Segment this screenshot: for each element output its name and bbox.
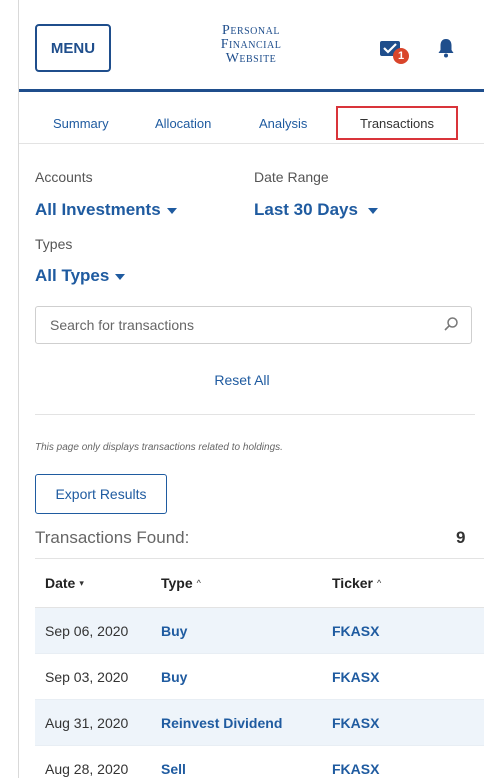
transactions-found-label: Transactions Found:	[35, 528, 190, 547]
site-title-line-3: Website	[225, 51, 277, 66]
search-icon[interactable]	[443, 316, 459, 332]
types-label: Types	[35, 236, 73, 252]
column-header-label: Type	[161, 575, 193, 591]
accounts-value: All Investments	[35, 200, 161, 219]
cell-type-link[interactable]: Buy	[161, 669, 187, 685]
column-header-ticker[interactable]: Ticker ^	[332, 575, 381, 591]
table-row[interactable]: Aug 31, 2020 Reinvest Dividend FKASX	[35, 700, 484, 746]
caret-down-icon	[166, 208, 177, 214]
types-value: All Types	[35, 266, 110, 285]
tab-allocation[interactable]: Allocation	[155, 106, 211, 140]
caret-down-icon	[367, 208, 378, 214]
reset-all-link[interactable]: Reset All	[0, 372, 484, 388]
cell-type-link[interactable]: Reinvest Dividend	[161, 715, 282, 731]
sort-up-icon: ^	[196, 578, 201, 588]
cell-date: Sep 03, 2020	[45, 669, 129, 685]
column-header-date[interactable]: Date ▾	[45, 575, 84, 591]
cell-type-link[interactable]: Sell	[161, 761, 186, 777]
menu-button[interactable]: MENU	[35, 24, 111, 72]
transactions-found-count: 9	[456, 528, 466, 547]
site-title-line-1: Personal	[222, 23, 280, 38]
holdings-note: This page only displays transactions rel…	[35, 442, 283, 453]
cell-ticker-link[interactable]: FKASX	[332, 669, 379, 685]
date-range-label: Date Range	[254, 169, 329, 185]
accounts-dropdown[interactable]: All Investments	[35, 200, 177, 220]
export-results-button[interactable]: Export Results	[35, 474, 167, 514]
app-header: MENU Personal Financial Website 1	[19, 0, 484, 92]
notification-badge: 1	[393, 48, 409, 64]
sort-down-icon: ▾	[79, 577, 84, 588]
table-row[interactable]: Sep 03, 2020 Buy FKASX	[35, 654, 484, 700]
table-row[interactable]: Sep 06, 2020 Buy FKASX	[35, 608, 484, 654]
cell-date: Aug 31, 2020	[45, 715, 129, 731]
cell-date: Aug 28, 2020	[45, 761, 129, 777]
column-header-label: Date	[45, 575, 76, 591]
page: MENU Personal Financial Website 1 Summar…	[0, 0, 484, 778]
types-dropdown[interactable]: All Types	[35, 266, 126, 286]
search-box	[35, 306, 472, 344]
site-title[interactable]: Personal Financial Website	[191, 24, 311, 66]
caret-down-icon	[115, 274, 126, 280]
search-input[interactable]	[36, 307, 416, 343]
column-header-label: Ticker	[332, 575, 373, 591]
tab-summary[interactable]: Summary	[53, 106, 109, 140]
date-range-value: Last 30 Days	[254, 200, 358, 219]
bell-icon[interactable]	[437, 38, 455, 58]
cell-type-link[interactable]: Buy	[161, 623, 187, 639]
tab-transactions[interactable]: Transactions	[336, 106, 458, 140]
cell-ticker-link[interactable]: FKASX	[332, 715, 379, 731]
table-header: Date ▾ Type ^ Ticker ^	[35, 558, 484, 608]
tab-analysis[interactable]: Analysis	[259, 106, 307, 140]
column-header-type[interactable]: Type ^	[161, 575, 201, 591]
cell-ticker-link[interactable]: FKASX	[332, 623, 379, 639]
accounts-label: Accounts	[35, 169, 93, 185]
date-range-dropdown[interactable]: Last 30 Days	[254, 200, 378, 220]
sort-up-icon: ^	[377, 578, 382, 588]
divider	[35, 414, 475, 415]
transactions-table: Date ▾ Type ^ Ticker ^ Sep 06, 2020 Buy …	[35, 558, 484, 778]
site-title-line-2: Financial	[220, 37, 282, 52]
cell-ticker-link[interactable]: FKASX	[332, 761, 379, 777]
tab-bar: Summary Allocation Analysis Transactions	[19, 100, 484, 144]
table-row[interactable]: Aug 28, 2020 Sell FKASX	[35, 746, 484, 778]
cell-date: Sep 06, 2020	[45, 623, 129, 639]
